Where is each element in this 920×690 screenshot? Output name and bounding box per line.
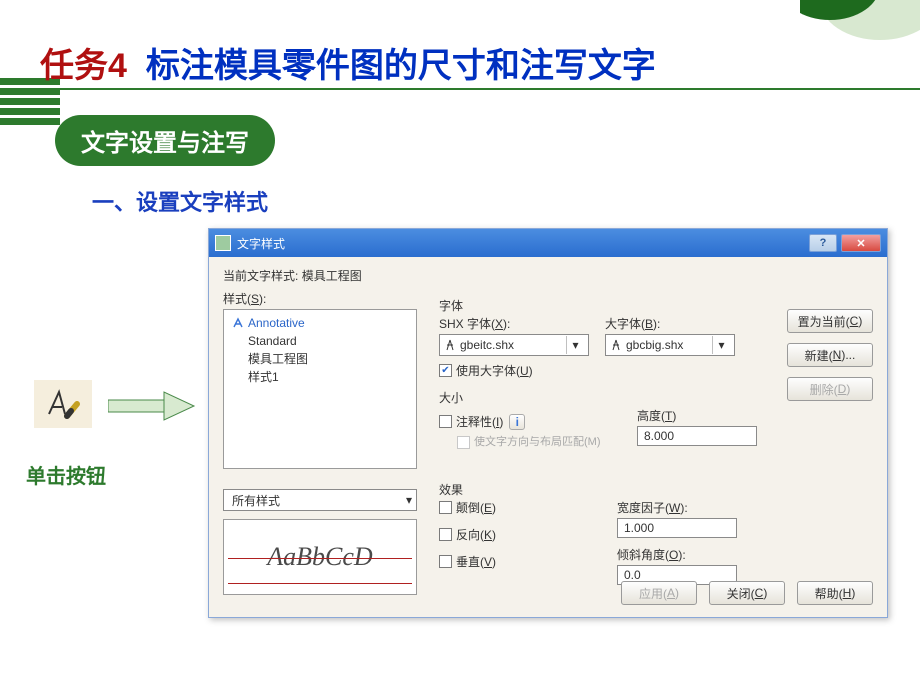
style-preview: AaBbCcD: [223, 519, 417, 595]
size-group: 大小 注释性(I) i 使文字方向与布局匹配(M) 高度(T): [429, 397, 767, 483]
annotative-checkbox[interactable]: 注释性(I) i: [439, 413, 609, 430]
compass-icon: [610, 339, 622, 351]
section-tag: 文字设置与注写: [55, 115, 275, 166]
section-heading: 一、设置文字样式: [92, 185, 268, 217]
chevron-down-icon: ▾: [712, 336, 730, 354]
text-style-dialog: 文字样式 ? ✕ 当前文字样式: 模具工程图 样式(S): Annotative…: [208, 228, 888, 618]
styles-listbox[interactable]: Annotative Standard 模具工程图 样式1: [223, 309, 417, 469]
big-font-label: 大字体(B):: [605, 315, 735, 332]
compass-icon: [444, 339, 456, 351]
style-filter-select[interactable]: 所有样式 ▾: [223, 489, 417, 511]
font-group: 字体 SHX 字体(X): gbeitc.shx ▾ 大字体(B): gbcbi…: [429, 305, 767, 391]
current-style-row: 当前文字样式: 模具工程图: [223, 267, 873, 284]
slide-title: 任务4 标注模具零件图的尺寸和注写文字: [40, 38, 656, 87]
help-titlebar-button[interactable]: ?: [809, 234, 837, 252]
shx-font-label: SHX 字体(X):: [439, 315, 589, 332]
dialog-title: 文字样式: [237, 235, 285, 252]
help-button[interactable]: 帮助(H): [797, 581, 873, 605]
oblique-angle-label: 倾斜角度(O):: [617, 546, 737, 563]
arrow-icon: [108, 388, 198, 424]
match-orientation-checkbox: 使文字方向与布局匹配(M): [439, 436, 609, 449]
task-number: 任务4: [40, 47, 127, 85]
set-current-button[interactable]: 置为当前(C): [787, 309, 873, 333]
use-big-font-checkbox[interactable]: ✔ 使用大字体(U): [439, 362, 757, 379]
task-name: 标注模具零件图的尺寸和注写文字: [136, 47, 655, 85]
close-icon[interactable]: ✕: [841, 234, 881, 252]
dialog-titlebar[interactable]: 文字样式 ? ✕: [209, 229, 887, 257]
height-label: 高度(T): [637, 407, 757, 424]
new-button[interactable]: 新建(N)...: [787, 343, 873, 367]
info-icon[interactable]: i: [509, 414, 525, 430]
dialog-icon: [215, 235, 231, 251]
close-button[interactable]: 关闭(C): [709, 581, 785, 605]
backwards-checkbox[interactable]: 反向(K): [439, 526, 589, 543]
width-factor-input[interactable]: 1.000: [617, 518, 737, 538]
text-style-icon: [34, 380, 92, 428]
apply-button: 应用(A): [621, 581, 697, 605]
list-item[interactable]: 样式1: [232, 368, 408, 386]
chevron-down-icon: ▾: [566, 336, 584, 354]
big-font-select[interactable]: gbcbig.shx ▾: [605, 334, 735, 356]
vertical-checkbox[interactable]: 垂直(V): [439, 553, 589, 570]
list-item[interactable]: Standard: [232, 332, 408, 350]
width-factor-label: 宽度因子(W):: [617, 499, 737, 516]
annotative-icon: [232, 317, 244, 329]
list-item[interactable]: 模具工程图: [232, 350, 408, 368]
list-item[interactable]: Annotative: [232, 314, 408, 332]
chevron-down-icon: ▾: [406, 493, 412, 507]
delete-button: 删除(D): [787, 377, 873, 401]
height-input[interactable]: 8.000: [637, 426, 757, 446]
icon-caption: 单击按钮: [26, 460, 106, 489]
corner-decoration: [800, 0, 920, 60]
shx-font-select[interactable]: gbeitc.shx ▾: [439, 334, 589, 356]
upside-down-checkbox[interactable]: 颠倒(E): [439, 499, 589, 516]
title-underline: [0, 88, 920, 90]
